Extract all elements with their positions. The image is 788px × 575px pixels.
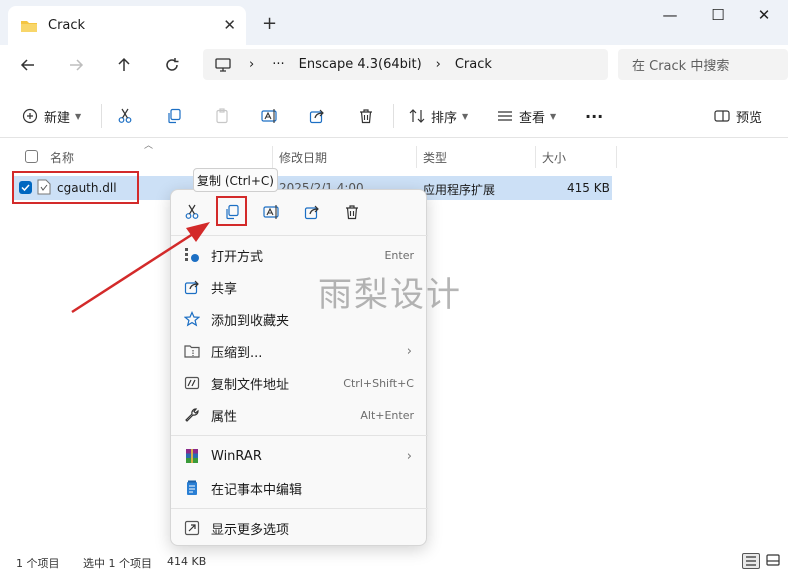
status-selected-size: 414 KB bbox=[167, 555, 207, 568]
tiles-view-icon bbox=[766, 554, 780, 566]
details-view-icon bbox=[746, 556, 756, 566]
watermark-text: 雨梨设计 bbox=[318, 275, 462, 315]
details-view-button[interactable] bbox=[742, 553, 760, 569]
tiles-view-button[interactable] bbox=[765, 553, 783, 569]
status-item-count: 1 个项目 bbox=[16, 557, 60, 570]
status-selected-count: 选中 1 个项目 bbox=[83, 557, 152, 570]
